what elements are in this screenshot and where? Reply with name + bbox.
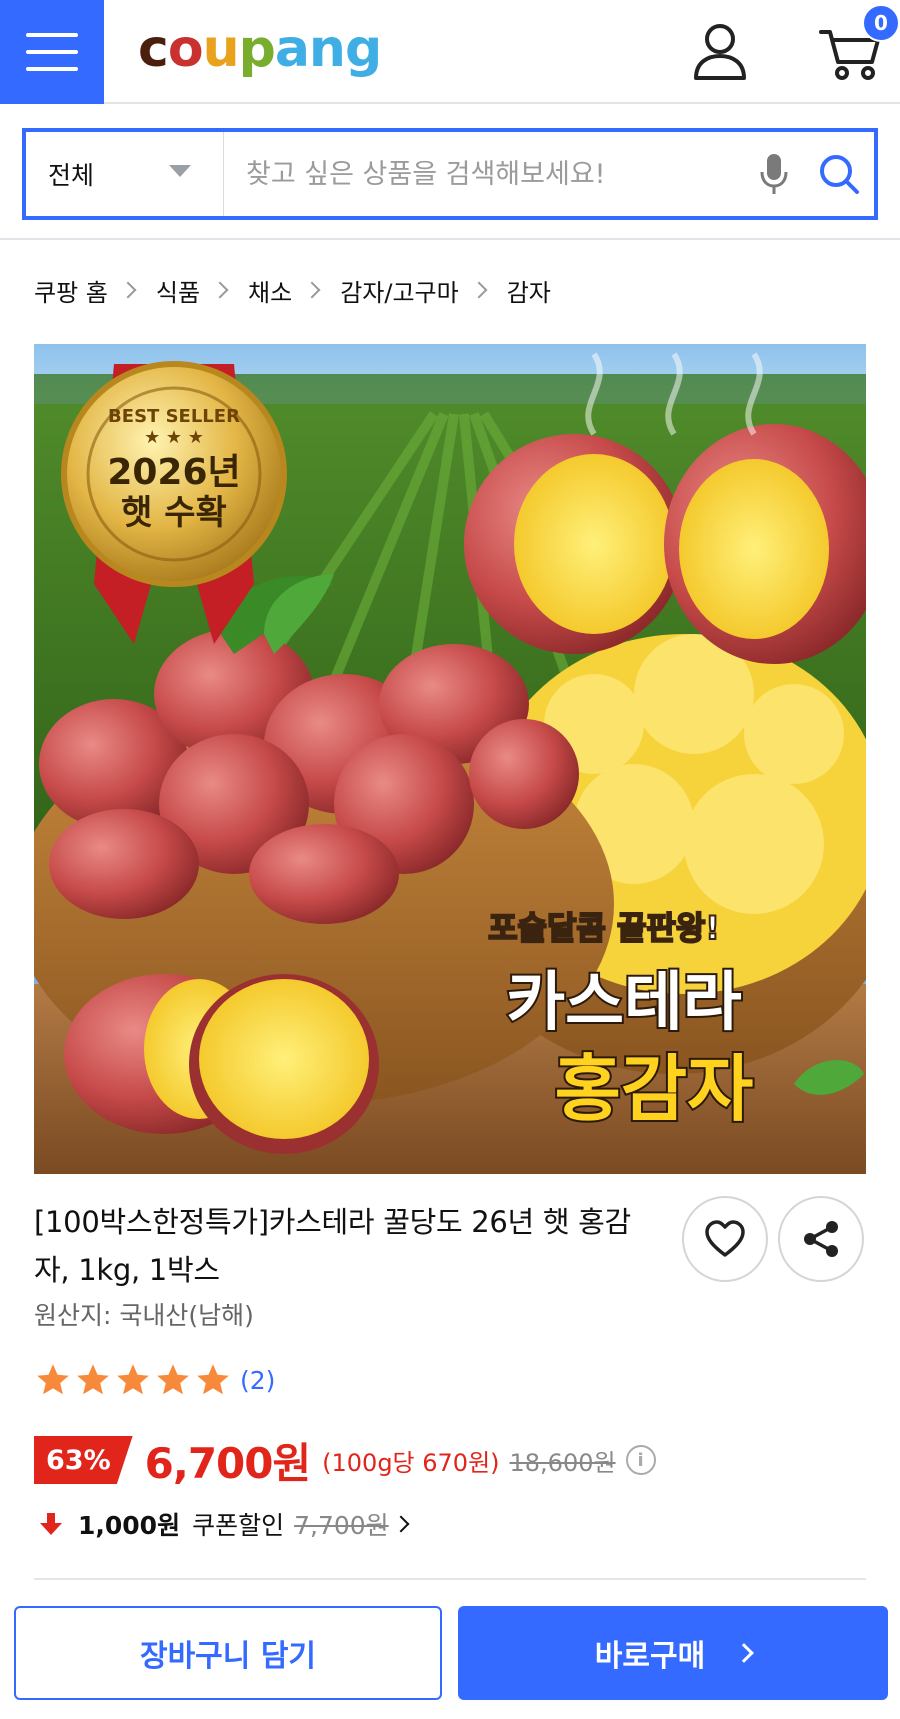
coupon-label: 쿠폰할인 bbox=[192, 1511, 285, 1540]
logo-letter: o bbox=[167, 19, 204, 79]
search-icon bbox=[820, 155, 859, 194]
badge-year-text: 2026년 bbox=[107, 452, 240, 493]
unit-price: (100g당 670원) bbox=[322, 1448, 500, 1477]
chevron-right-icon bbox=[211, 281, 229, 299]
microphone-icon bbox=[760, 154, 788, 194]
menu-button[interactable] bbox=[0, 0, 104, 104]
share-icon bbox=[804, 1221, 838, 1257]
chevron-down-icon bbox=[169, 165, 191, 177]
coupang-logo[interactable]: coupang bbox=[138, 14, 382, 84]
chevron-right-icon bbox=[119, 281, 137, 299]
chevron-right-icon bbox=[303, 281, 321, 299]
wishlist-button[interactable] bbox=[682, 1196, 768, 1282]
user-icon bbox=[694, 24, 746, 80]
top-header: coupang 0 bbox=[0, 0, 900, 104]
buy-now-label: 바로구매 bbox=[594, 1639, 706, 1674]
discount-badge: 63% bbox=[34, 1436, 133, 1484]
buy-now-button[interactable]: 바로구매 bbox=[458, 1606, 888, 1700]
coupon-before-price: 7,700원 bbox=[294, 1511, 389, 1540]
product-main-image[interactable]: BEST SELLER ★ ★ ★ 2026년 햇 수확 포슬달콤 끝판왕! 카… bbox=[34, 344, 866, 1174]
breadcrumb-item-potato[interactable]: 감자 bbox=[507, 273, 551, 308]
logo-letter: u bbox=[202, 19, 240, 79]
add-to-cart-label: 장바구니 담기 bbox=[139, 1639, 317, 1674]
price-row: 63% 6,700원 (100g당 670원) 18,600원 i bbox=[34, 1432, 656, 1488]
star-icon bbox=[157, 1364, 189, 1395]
logo-letter: p bbox=[238, 19, 276, 79]
my-account-button[interactable] bbox=[692, 22, 748, 82]
search-category-label: 전체 bbox=[48, 161, 95, 190]
breadcrumb-item-potato-sweetpotato[interactable]: 감자/고구마 bbox=[340, 273, 459, 308]
cart-count-badge: 0 bbox=[862, 4, 900, 42]
divider bbox=[34, 1578, 866, 1580]
badge-harvest-text: 햇 수확 bbox=[121, 493, 227, 533]
info-icon[interactable]: i bbox=[625, 1445, 656, 1475]
product-rating[interactable]: (2) bbox=[34, 1360, 275, 1400]
menu-icon-bar bbox=[26, 33, 78, 37]
share-button[interactable] bbox=[778, 1196, 864, 1282]
logo-letter: c bbox=[138, 19, 169, 79]
breadcrumb-item-food[interactable]: 식품 bbox=[156, 273, 200, 308]
coupon-amount: 1,000원 bbox=[78, 1511, 181, 1540]
add-to-cart-button[interactable]: 장바구니 담기 bbox=[14, 1606, 442, 1700]
star-icon bbox=[117, 1364, 149, 1395]
image-tagline: 포슬달콤 끝판왕! bbox=[488, 909, 720, 947]
logo-letter: a bbox=[274, 19, 310, 79]
badge-best-seller-text: BEST SELLER bbox=[108, 406, 240, 427]
search-box: 전체 bbox=[22, 128, 878, 220]
logo-letter: n bbox=[308, 19, 346, 79]
breadcrumb: 쿠팡 홈 식품 채소 감자/고구마 감자 bbox=[34, 268, 551, 312]
chevron-right-icon bbox=[734, 1643, 755, 1663]
badge-stars: ★ ★ ★ bbox=[144, 427, 204, 448]
voice-search-button[interactable] bbox=[744, 132, 804, 216]
search-category-select[interactable]: 전체 bbox=[26, 132, 224, 216]
review-count-link[interactable]: (2) bbox=[240, 1366, 275, 1395]
search-input[interactable] bbox=[224, 132, 744, 216]
sale-price: 6,700원 bbox=[144, 1438, 311, 1488]
image-headline-1: 카스테라 bbox=[506, 966, 742, 1040]
product-origin: 원산지: 국내산(남해) bbox=[34, 1301, 254, 1330]
heart-icon bbox=[705, 1220, 745, 1257]
breadcrumb-item-vegetables[interactable]: 채소 bbox=[248, 273, 292, 308]
coupon-discount-row[interactable]: 1,000원 쿠폰할인 7,700원 bbox=[38, 1502, 410, 1546]
search-bar-area: 전체 bbox=[0, 104, 900, 240]
search-button[interactable] bbox=[804, 132, 874, 216]
image-headline-2: 홍감자 bbox=[555, 1047, 754, 1131]
arrow-down-icon bbox=[40, 1513, 62, 1535]
menu-icon-bar bbox=[26, 50, 78, 54]
product-title: [100박스한정특가]카스테라 꿀당도 26년 햇 홍감자, 1kg, 1박스 bbox=[34, 1205, 631, 1287]
chevron-right-icon bbox=[470, 281, 488, 299]
breadcrumb-item-home[interactable]: 쿠팡 홈 bbox=[34, 273, 108, 308]
chevron-right-icon bbox=[392, 1515, 410, 1533]
menu-icon-bar bbox=[26, 67, 78, 71]
star-icon bbox=[197, 1364, 229, 1395]
star-icon bbox=[77, 1364, 109, 1395]
original-price: 18,600원 bbox=[509, 1448, 616, 1477]
star-icon bbox=[37, 1364, 69, 1395]
logo-letter: g bbox=[344, 19, 382, 79]
product-photo-illustration: BEST SELLER ★ ★ ★ 2026년 햇 수확 포슬달콤 끝판왕! 카… bbox=[34, 344, 866, 1174]
